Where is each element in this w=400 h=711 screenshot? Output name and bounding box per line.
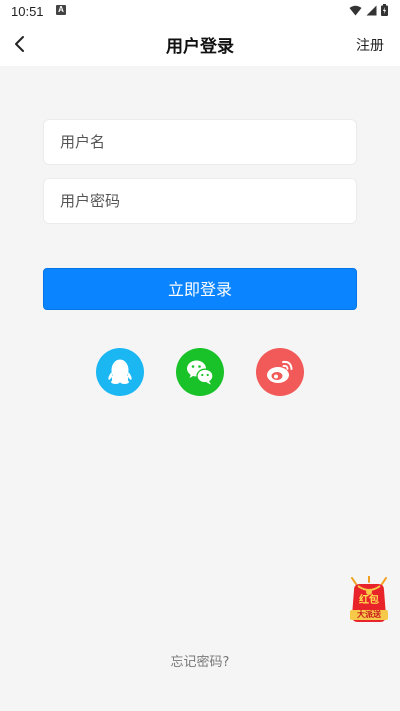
register-link[interactable]: 注册: [356, 35, 384, 55]
weibo-login-button[interactable]: [256, 348, 304, 396]
qq-login-button[interactable]: [96, 348, 144, 396]
promo-line1: 红包: [359, 595, 379, 606]
wechat-icon: [187, 360, 214, 385]
password-input[interactable]: [44, 179, 356, 223]
battery-icon: [381, 4, 388, 16]
login-button[interactable]: 立即登录: [43, 268, 357, 310]
qq-icon: [108, 359, 132, 384]
username-input[interactable]: [44, 120, 356, 164]
notification-icon: A: [56, 5, 66, 15]
status-icons: [349, 4, 388, 16]
page-title: 用户登录: [166, 37, 234, 57]
wechat-login-button[interactable]: [176, 348, 224, 396]
password-field-container: [43, 178, 357, 224]
weibo-icon: [267, 360, 293, 383]
red-packet-promo[interactable]: 红包 大派送: [348, 575, 390, 624]
signal-icon: [366, 5, 377, 15]
promo-line2: 大派送: [357, 610, 381, 619]
username-field-container: [43, 119, 357, 165]
status-bar: 10:51 A: [0, 0, 400, 22]
status-time: 10:51: [11, 4, 44, 19]
nav-bar: 用户登录 注册: [0, 22, 400, 66]
forgot-password-link[interactable]: 忘记密码?: [0, 651, 400, 670]
wifi-icon: [349, 5, 362, 15]
